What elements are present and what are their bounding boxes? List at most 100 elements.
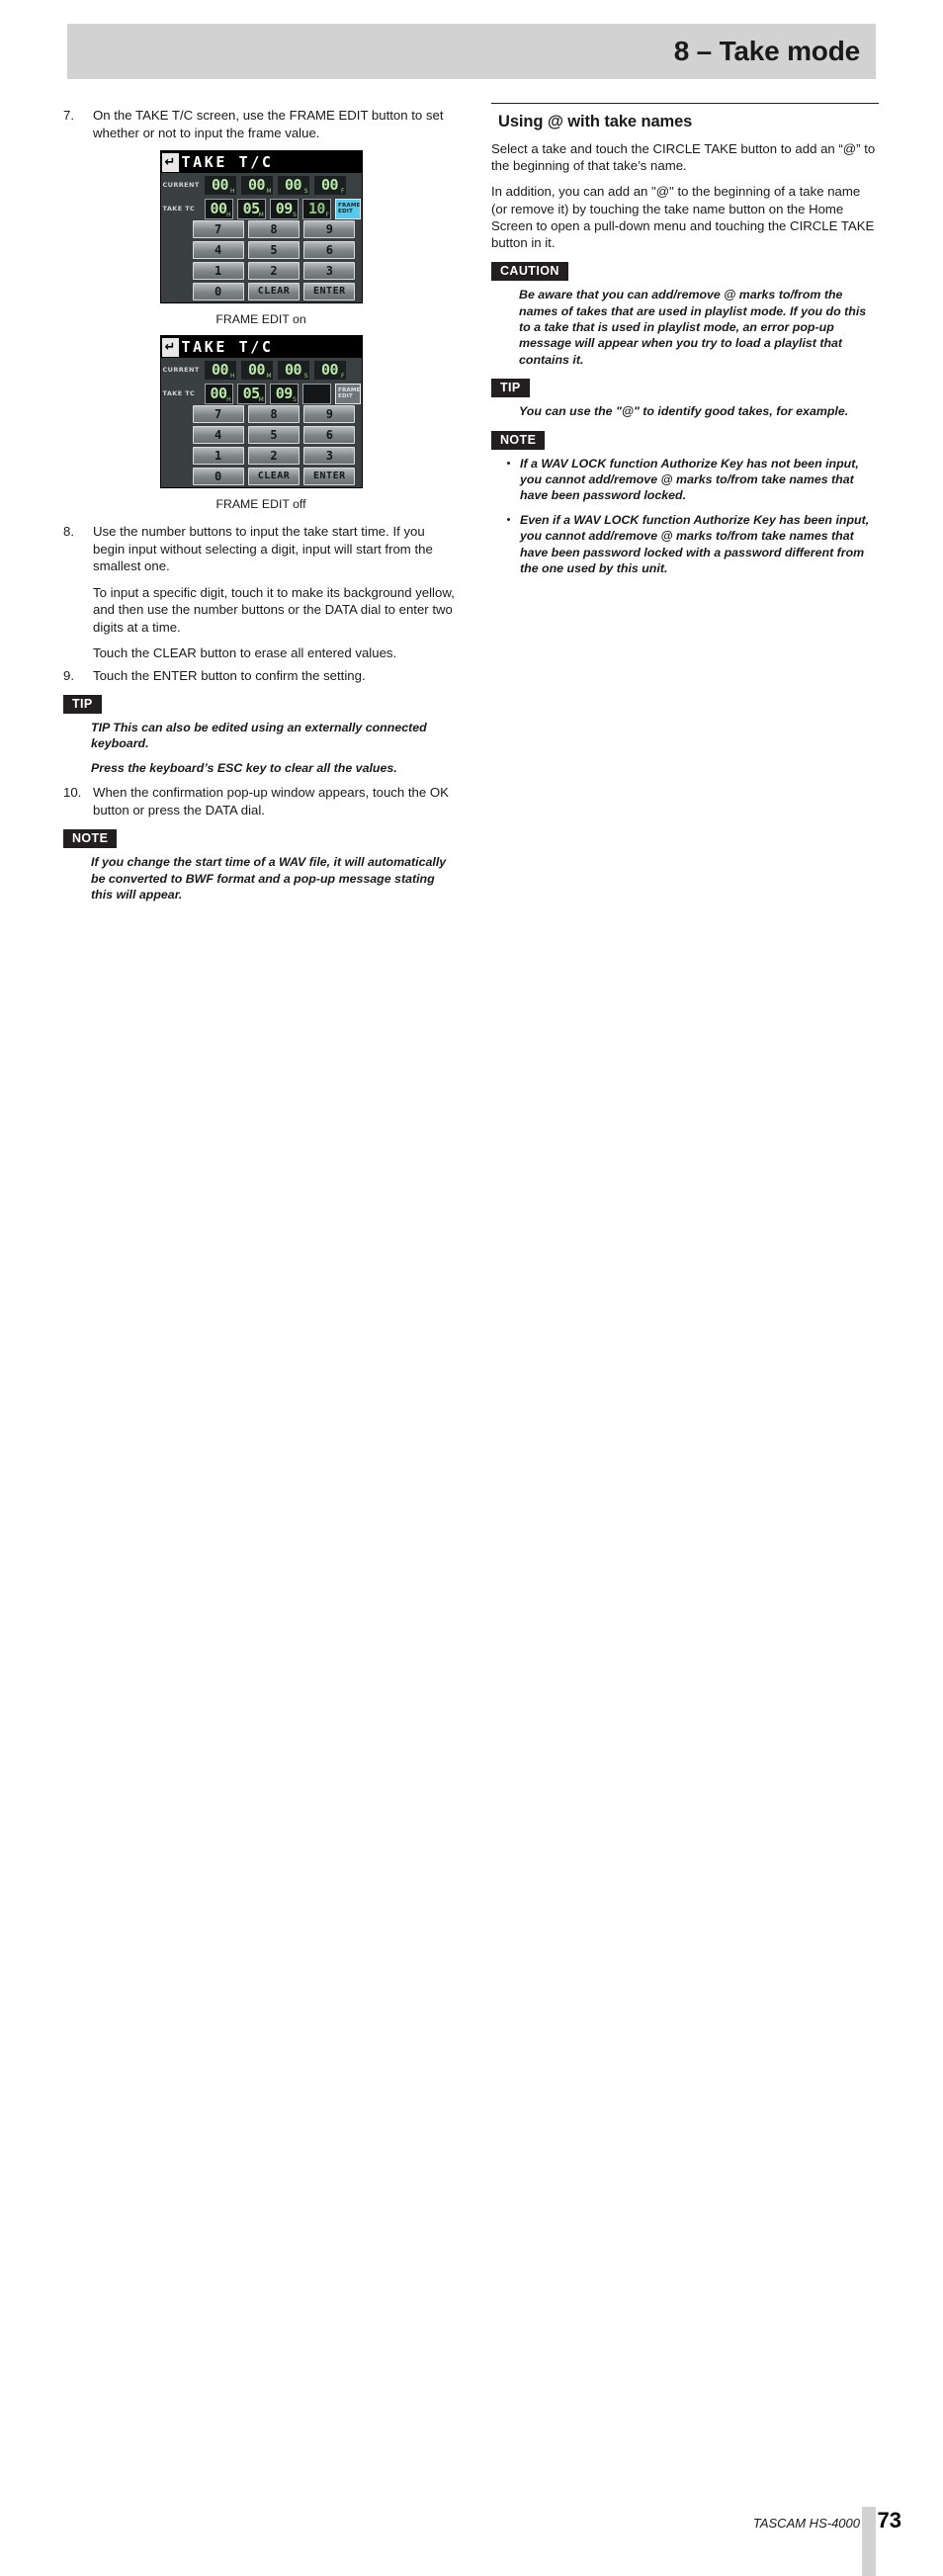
take-seconds-cell[interactable]: 09 S (269, 198, 299, 219)
take-seconds-cell[interactable]: 09 S (269, 383, 299, 404)
note-bullet-list: If a WAV LOCK function Authorize Key has… (504, 456, 879, 577)
caution-tag: CAUTION (491, 262, 568, 282)
note-callout-left: NOTE If you change the start time of a W… (63, 829, 459, 902)
key-3[interactable]: 3 (303, 262, 356, 280)
key-0[interactable]: 0 (192, 283, 244, 301)
current-minutes-cell: 00 M (240, 360, 273, 380)
take-minutes-value: 05 (242, 199, 261, 217)
keypad-row: 7 8 9 (192, 405, 356, 423)
current-minutes-unit: M (266, 187, 272, 195)
tip-para-2: Press the keyboard’s ESC key to clear al… (91, 760, 397, 775)
current-frames-unit: F (341, 372, 345, 380)
take-minutes-cell[interactable]: 05 M (236, 198, 266, 219)
key-6[interactable]: 6 (303, 241, 356, 259)
key-5[interactable]: 5 (247, 241, 300, 259)
current-label: CURRENT (162, 366, 200, 374)
key-1[interactable]: 1 (192, 447, 244, 465)
page-footer: TASCAM HS-4000 73 (0, 1245, 943, 2576)
key-2[interactable]: 2 (247, 262, 300, 280)
key-0[interactable]: 0 (192, 468, 244, 485)
current-seconds-value: 00 (284, 360, 302, 379)
current-minutes-cell: 00 M (240, 175, 273, 195)
take-hours-unit: H (226, 395, 231, 403)
current-seconds-cell: 00 S (277, 360, 309, 380)
key-3[interactable]: 3 (303, 447, 356, 465)
key-5[interactable]: 5 (247, 426, 300, 444)
step-8-para-2: To input a specific digit, touch it to m… (93, 584, 455, 635)
take-tc-label: TAKE TC (162, 389, 196, 397)
take-frames-unit: F (325, 211, 329, 218)
take-hours-value: 00 (210, 199, 228, 217)
clear-button[interactable]: CLEAR (247, 283, 300, 301)
current-minutes-value: 00 (247, 175, 266, 194)
step-8-para-1: Use the number buttons to input the take… (93, 524, 433, 573)
key-9[interactable]: 9 (303, 220, 356, 238)
key-6[interactable]: 6 (303, 426, 356, 444)
lcd-title: TAKE T/C (181, 338, 274, 356)
list-item: If a WAV LOCK function Authorize Key has… (504, 456, 879, 504)
tip-tag: TIP (63, 695, 102, 714)
enter-button[interactable]: ENTER (303, 468, 356, 485)
key-8[interactable]: 8 (247, 405, 300, 423)
current-hours-unit: H (229, 372, 235, 380)
right-para-2: In addition, you can add an "@" to the b… (491, 184, 875, 251)
take-seconds-unit: S (293, 395, 297, 403)
take-minutes-cell[interactable]: 05 M (236, 383, 266, 404)
step-8-number: 8. (63, 524, 74, 539)
note-body: If a WAV LOCK function Authorize Key has… (504, 456, 879, 577)
tip-para-1: You can use the "@" to identify good tak… (519, 404, 849, 419)
take-hours-cell[interactable]: 00 H (204, 198, 233, 219)
take-tc-row: TAKE TC 00 H 05 M 09 S 10 F FRAME EDIT (161, 196, 362, 220)
step-7: 7. On the TAKE T/C screen, use the FRAME… (63, 107, 459, 141)
current-frames-cell: 00 F (313, 175, 346, 195)
figure-frame-edit-off: ↵ TAKE T/C CURRENT 00 H 00 M 00 S 00 F T… (63, 335, 459, 511)
take-frames-cell-disabled (301, 383, 331, 404)
lcd-screen-frame-edit-on: ↵ TAKE T/C CURRENT 00 H 00 M 00 S 00 F T… (159, 150, 363, 303)
take-seconds-unit: S (293, 211, 297, 218)
take-hours-cell[interactable]: 00 H (204, 383, 233, 404)
key-8[interactable]: 8 (247, 220, 300, 238)
current-frames-value: 00 (320, 175, 339, 194)
current-frames-value: 00 (320, 360, 339, 379)
key-2[interactable]: 2 (247, 447, 300, 465)
caution-callout: CAUTION Be aware that you can add/remove… (491, 262, 879, 368)
take-minutes-unit: M (258, 395, 264, 403)
current-label: CURRENT (162, 181, 200, 189)
lcd-titlebar: ↵ TAKE T/C (160, 336, 362, 358)
list-item: Even if a WAV LOCK function Authorize Ke… (504, 512, 879, 577)
return-arrow-icon[interactable]: ↵ (161, 152, 179, 172)
enter-button[interactable]: ENTER (303, 283, 356, 301)
step-10-text: When the confirmation pop-up window appe… (93, 785, 449, 817)
step-8: 8. Use the number buttons to input the t… (63, 523, 459, 662)
current-frames-cell: 00 F (313, 360, 346, 380)
key-4[interactable]: 4 (192, 241, 244, 259)
step-9-text: Touch the ENTER button to confirm the se… (93, 667, 366, 683)
current-minutes-value: 00 (247, 360, 266, 379)
key-4[interactable]: 4 (192, 426, 244, 444)
key-7[interactable]: 7 (192, 405, 244, 423)
figure-caption-frame-edit-off: FRAME EDIT off (215, 497, 306, 511)
take-seconds-value: 09 (275, 199, 294, 217)
return-arrow-icon[interactable]: ↵ (161, 337, 179, 357)
take-frames-cell[interactable]: 10 F (301, 198, 331, 219)
page-header-band: 8 – Take mode (67, 24, 876, 79)
note-body: If you change the start time of a WAV fi… (91, 854, 459, 902)
frame-edit-button[interactable]: FRAME EDIT (335, 383, 362, 404)
key-9[interactable]: 9 (303, 405, 356, 423)
frame-edit-button[interactable]: FRAME EDIT (335, 198, 362, 219)
current-hours-value: 00 (211, 175, 229, 194)
tip-callout-right: TIP You can use the "@" to identify good… (491, 379, 879, 419)
take-seconds-value: 09 (275, 384, 294, 402)
current-tc-row: CURRENT 00 H 00 M 00 S 00 F (161, 358, 362, 381)
key-7[interactable]: 7 (192, 220, 244, 238)
step-10: 10. When the confirmation pop-up window … (63, 784, 459, 818)
take-frames-value: 10 (307, 199, 326, 217)
right-column: Using @ with take names Select a take an… (491, 103, 879, 585)
current-minutes-unit: M (266, 372, 272, 380)
clear-button[interactable]: CLEAR (247, 468, 300, 485)
keypad-row: 0 CLEAR ENTER (192, 283, 356, 301)
numeric-keypad: 7 8 9 4 5 6 1 2 3 0 CLEAR ENTER (161, 405, 362, 485)
key-1[interactable]: 1 (192, 262, 244, 280)
note-tag: NOTE (63, 829, 118, 849)
note-tag: NOTE (491, 430, 546, 450)
